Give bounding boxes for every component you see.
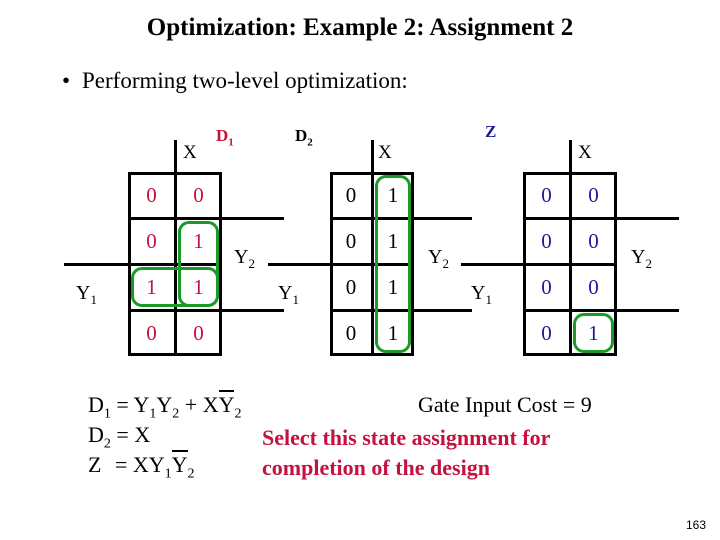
eq-z-equals: =: [114, 452, 128, 477]
kmap-y1-bracket-line: [64, 263, 128, 266]
kmap-y2-bracket-line: [617, 309, 679, 312]
kmap-cell: 0: [588, 182, 599, 207]
kmap-y2-variable-label: Y2: [631, 246, 652, 272]
selection-note-line2: completion of the design: [262, 455, 490, 480]
bullet-line: • Performing two-level optimization:: [62, 68, 702, 94]
kmap-y1-variable-label: Y1: [76, 282, 97, 308]
kmap-cell: 0: [193, 320, 204, 345]
kmap-cell: 1: [387, 274, 399, 299]
eq-d1-plus: +: [184, 392, 198, 417]
kmap-cell: 0: [541, 274, 552, 299]
kmap-cell: 0: [345, 274, 357, 299]
selection-note-line1: Select this state assignment for: [262, 425, 551, 450]
kmap-label-text: D: [216, 126, 229, 145]
kmap-y2-bracket-line: [222, 309, 284, 312]
kmap-y1-sub: 1: [485, 292, 492, 307]
kmap-cell: 1: [588, 320, 599, 345]
kmap-label-text: Z: [485, 122, 497, 141]
eq-d1-lhs: D: [88, 392, 104, 417]
kmap-y2-variable-label: Y2: [428, 246, 449, 272]
kmap-label-d2: D2: [295, 126, 313, 148]
selection-note: Select this state assignment for complet…: [262, 423, 550, 483]
kmap-y1-variable-label: Y1: [471, 282, 492, 308]
eq-z-lhs: Z: [88, 452, 102, 477]
kmap-cell: 0: [541, 228, 552, 253]
kmap-y2-text: Y: [234, 246, 249, 268]
eq-z-t3-overbar: Y: [171, 450, 188, 477]
eq-z-t3-sub: 2: [187, 466, 195, 482]
equations-block: D1 = Y1Y2 + XY2 D2 = X Z = XY1Y2: [88, 390, 242, 482]
kmap-cell: 0: [541, 320, 552, 345]
equation-z: Z = XY1Y2: [88, 450, 241, 482]
page-title: Optimization: Example 2: Assignment 2: [146, 14, 574, 41]
bullet-marker: •: [62, 68, 71, 93]
kmap-x-variable-label: X: [378, 142, 392, 163]
kmap-cell: 0: [193, 182, 204, 207]
gate-input-cost: Gate Input Cost = 9: [418, 392, 592, 417]
kmap-y2-sub: 2: [442, 256, 449, 271]
kmap-y2-text: Y: [631, 246, 646, 268]
kmap-cell: 1: [193, 228, 204, 253]
eq-z-t1: X: [132, 452, 149, 477]
kmap-cell: 0: [146, 320, 157, 345]
kmap-cell: 0: [588, 274, 599, 299]
kmap-y2-bracket-line: [414, 309, 472, 312]
eq-d1-t4-sub: 2: [234, 406, 242, 422]
kmap-cell: 0: [345, 182, 357, 207]
kmap-y2-text: Y: [428, 246, 443, 268]
kmap-y2-sub: 2: [645, 256, 652, 271]
kmap-y1-sub: 1: [292, 292, 299, 307]
eq-d1-t2-sub: 2: [172, 406, 180, 422]
kmap-cell: 1: [146, 274, 157, 299]
eq-d1-t4-overbar: Y: [218, 390, 235, 417]
eq-d1-t1: Y: [133, 392, 150, 417]
kmap-cell: 1: [193, 274, 204, 299]
eq-d2-rhs: X: [134, 422, 151, 447]
eq-d2-equals: =: [116, 422, 129, 447]
bullet-text: Performing two-level optimization:: [82, 68, 408, 93]
kmap-label-sub: 2: [307, 136, 313, 149]
eq-d1-lhs-sub: 1: [103, 406, 111, 422]
kmap-x-variable-label: X: [183, 142, 197, 163]
eq-d1-t2: Y: [156, 392, 173, 417]
eq-d2-lhs: D: [88, 422, 104, 447]
kmap-cell: 0: [588, 228, 599, 253]
kmap-y2-variable-label: Y2: [234, 246, 255, 272]
eq-d2-lhs-sub: 2: [103, 436, 111, 452]
kmap-label-d1: D1: [216, 126, 234, 148]
kmap-y1-sub: 1: [90, 292, 97, 307]
kmap-y2-bracket-line: [414, 217, 472, 220]
slide-canvas: Optimization: Example 2: Assignment 2 • P…: [0, 0, 720, 540]
kmap-y1-bracket-line: [268, 263, 330, 266]
kmap-y2-bracket-line: [222, 217, 284, 220]
kmap-cell: 0: [146, 182, 157, 207]
kmap-cell: 1: [387, 182, 399, 207]
kmap-y1-text: Y: [278, 282, 293, 304]
kmap-y1-variable-label: Y1: [278, 282, 299, 308]
page-number: 163: [685, 518, 706, 532]
kmap-label-sub: 1: [228, 136, 234, 149]
kmap-y2-sub: 2: [248, 256, 255, 271]
kmap-cell: 0: [146, 228, 157, 253]
eq-z-t2: Y: [148, 452, 165, 477]
kmap-y1-text: Y: [471, 282, 486, 304]
kmap-y1-text: Y: [76, 282, 91, 304]
kmap-cell: 1: [387, 228, 399, 253]
equation-d2: D2 = X: [88, 422, 241, 452]
kmap-cell: 0: [345, 320, 357, 345]
eq-d1-t3: X: [202, 392, 219, 417]
equation-d1: D1 = Y1Y2 + XY2: [88, 390, 242, 422]
kmap-cell: 0: [345, 228, 357, 253]
eq-z-t2-sub: 1: [164, 466, 172, 482]
kmap-label-text: D: [295, 126, 308, 145]
kmap-cell: 0: [541, 182, 552, 207]
kmap-cell: 1: [387, 320, 399, 345]
kmap-label-z: Z: [485, 122, 496, 144]
kmap-x-variable-label: X: [578, 142, 592, 163]
kmap-y1-bracket-line: [461, 263, 523, 266]
kmap-y2-bracket-line: [617, 217, 679, 220]
eq-d1-equals: =: [116, 392, 129, 417]
